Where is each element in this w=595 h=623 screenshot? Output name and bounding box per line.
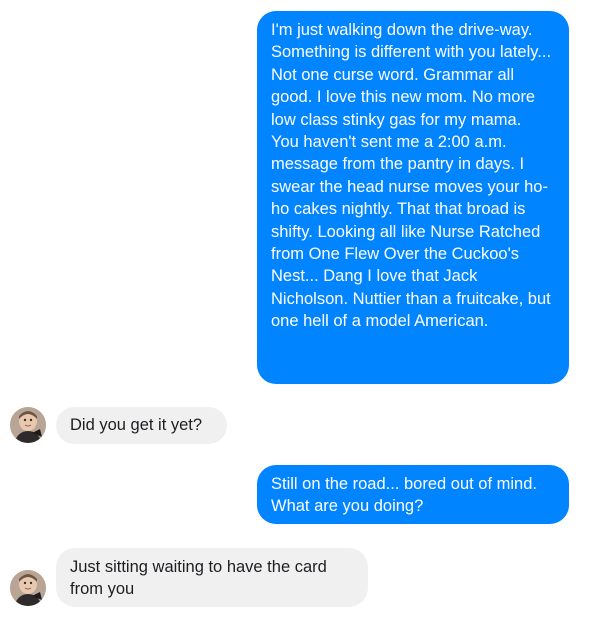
contact-avatar[interactable]	[10, 570, 46, 606]
contact-avatar-photo-icon	[10, 570, 46, 606]
message-thread: I'm just walking down the drive-way. Som…	[0, 0, 595, 623]
incoming-message-bubble[interactable]: Did you get it yet?	[56, 407, 227, 444]
outgoing-message-bubble[interactable]: I'm just walking down the drive-way. Som…	[257, 11, 569, 384]
contact-avatar[interactable]	[10, 407, 46, 443]
contact-avatar-photo-icon	[10, 407, 46, 443]
incoming-message-bubble[interactable]: Just sitting waiting to have the card fr…	[56, 548, 368, 607]
outgoing-message-bubble[interactable]: Still on the road... bored out of mind. …	[257, 465, 569, 524]
